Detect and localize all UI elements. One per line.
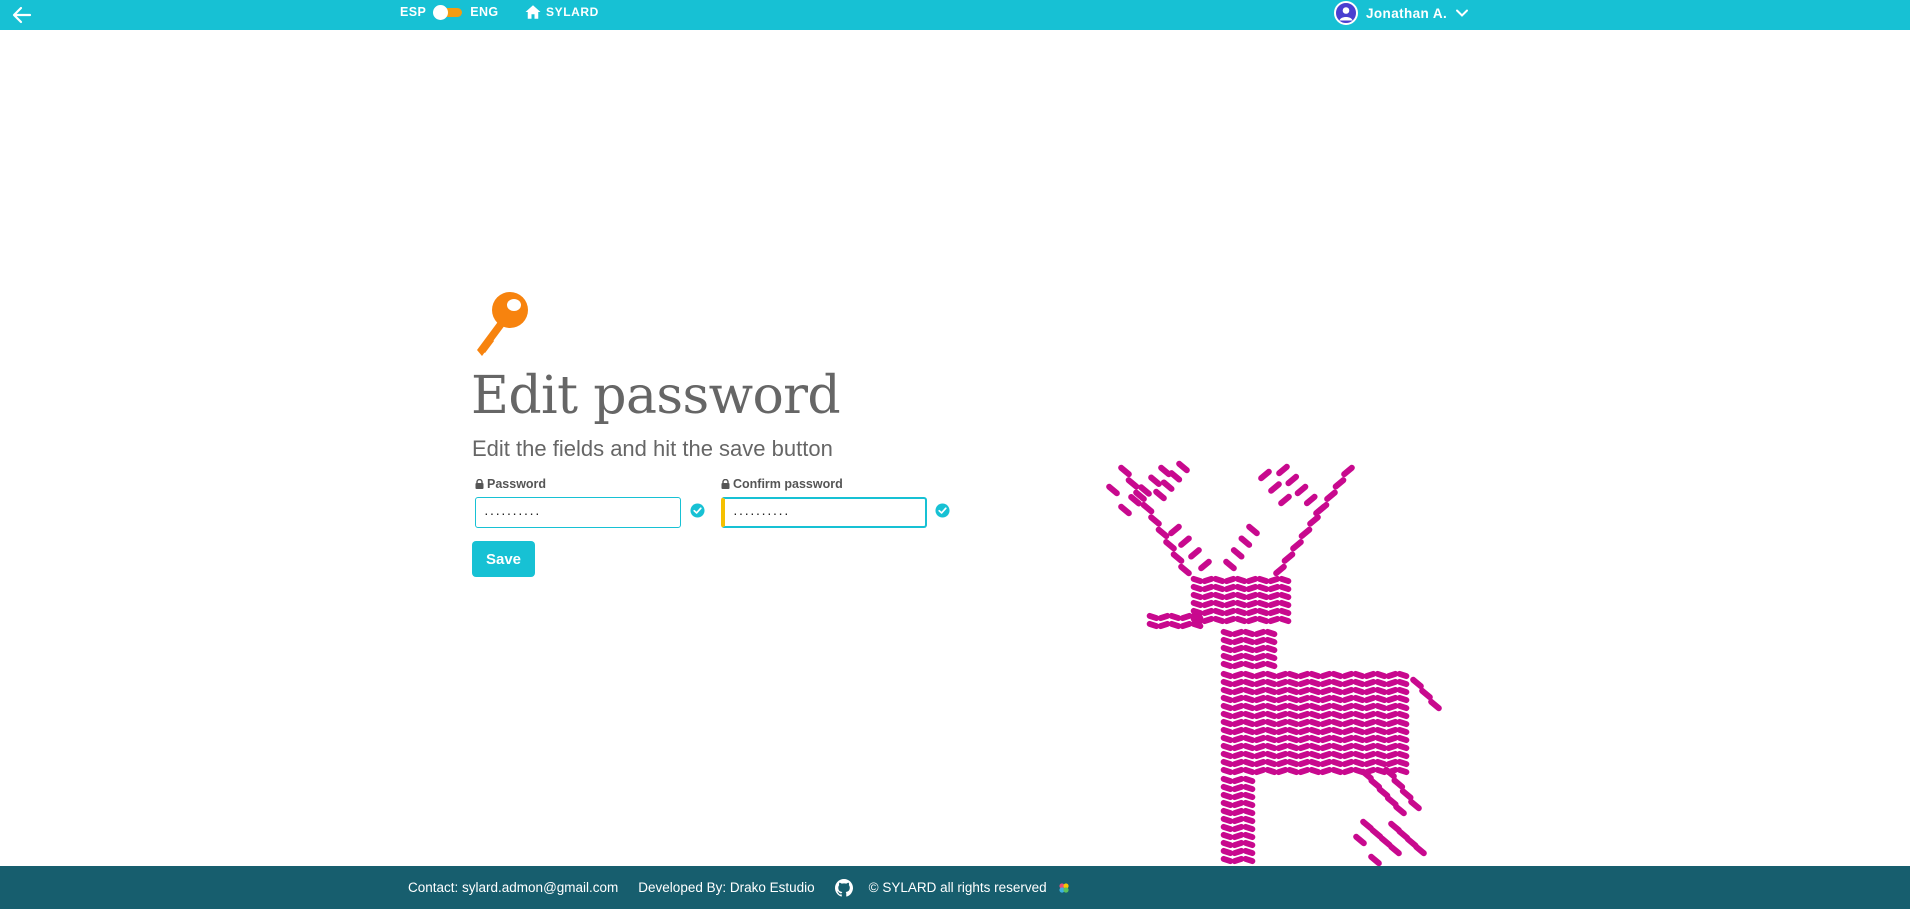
password-label: Password — [475, 477, 546, 491]
footer-rights: © SYLARD all rights reserved — [868, 880, 1047, 895]
confirm-password-input[interactable] — [721, 497, 927, 528]
lock-icon — [721, 479, 730, 489]
lang-eng-label[interactable]: ENG — [470, 5, 498, 19]
top-navbar: ESP ENG SYLARD Jonathan A. — [0, 0, 1910, 30]
footer: Contact: sylard.admon@gmail.com Develope… — [0, 866, 1910, 909]
footer-contact[interactable]: Contact: sylard.admon@gmail.com — [408, 880, 618, 895]
key-icon — [477, 292, 528, 356]
back-arrow-icon[interactable] — [10, 3, 34, 27]
reindeer-illustration — [1106, 460, 1442, 867]
logo-icon — [1059, 882, 1069, 893]
home-link[interactable]: SYLARD — [524, 0, 599, 24]
chevron-down-icon — [1456, 9, 1469, 17]
github-icon[interactable] — [834, 878, 853, 897]
password-label-text: Password — [487, 477, 547, 491]
page-subtitle: Edit the fields and hit the save button — [472, 436, 833, 461]
password-input[interactable] — [475, 497, 681, 528]
confirm-password-label: Confirm password — [721, 477, 843, 491]
confirm-password-label-text: Confirm password — [733, 477, 843, 491]
language-switch: ESP ENG — [400, 0, 499, 24]
user-menu[interactable]: Jonathan A. — [1334, 1, 1469, 25]
footer-developed-by[interactable]: Developed By: Drako Estudio — [638, 880, 814, 895]
language-toggle[interactable] — [433, 5, 463, 20]
page-title: Edit password — [471, 366, 841, 426]
user-name: Jonathan A. — [1366, 5, 1448, 21]
home-icon — [525, 5, 541, 19]
lang-esp-label[interactable]: ESP — [400, 5, 426, 19]
user-avatar-icon — [1334, 1, 1358, 25]
lock-icon — [475, 479, 484, 489]
save-button[interactable]: Save — [472, 541, 535, 577]
check-circle-icon — [690, 503, 705, 518]
check-circle-icon — [935, 503, 950, 518]
home-label: SYLARD — [546, 5, 599, 19]
